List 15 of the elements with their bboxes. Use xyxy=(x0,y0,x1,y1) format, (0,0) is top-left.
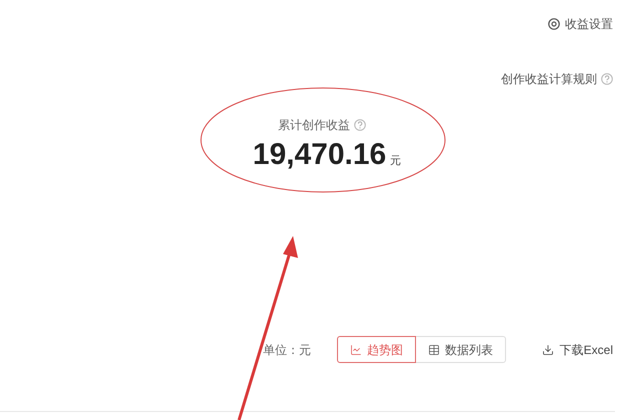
earnings-unit: 元 xyxy=(390,154,402,169)
settings-link[interactable]: 收益设置 xyxy=(548,15,613,33)
download-icon xyxy=(542,344,554,356)
download-button[interactable]: 下载Excel xyxy=(542,340,613,358)
line-chart-icon xyxy=(350,344,362,356)
earnings-amount: 19,470.16 xyxy=(252,140,386,170)
view-tab[interactable]: 趋势图 xyxy=(337,336,416,363)
unit-label: 单位：元 xyxy=(263,342,311,358)
help-icon xyxy=(601,73,613,85)
table-icon xyxy=(428,344,440,356)
settings-icon xyxy=(548,18,560,30)
rules-link[interactable]: 创作收益计算规则 xyxy=(501,70,597,88)
help-icon xyxy=(354,119,366,131)
earnings-label: 累计创作收益 xyxy=(278,117,350,134)
view-tab[interactable]: 数据列表 xyxy=(415,336,506,363)
